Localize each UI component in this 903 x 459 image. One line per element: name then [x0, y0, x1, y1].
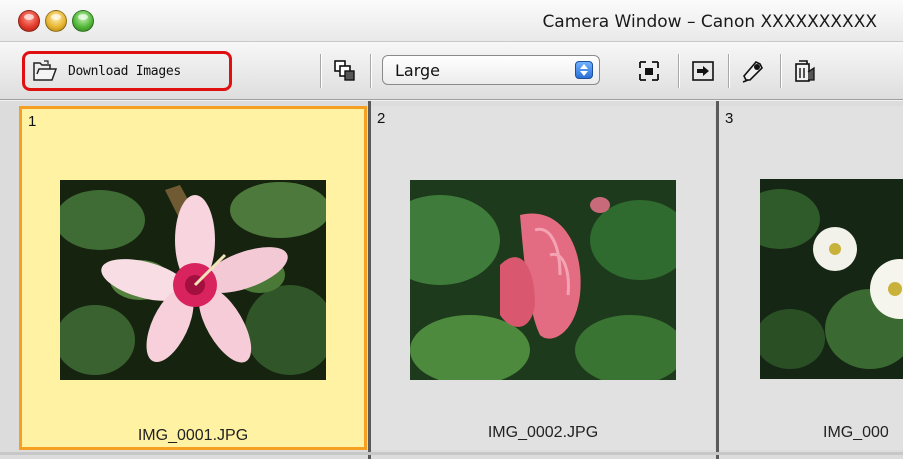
thumbnail-grid: 1 IMG_0001.JPG 2 IMG_0002.JPG 3 IMG_000: [0, 101, 903, 459]
thumbnail-image: [410, 180, 676, 380]
trash-icon[interactable]: [792, 58, 818, 84]
close-button[interactable]: [18, 10, 40, 32]
grid-bottom-border: [0, 452, 903, 455]
minimize-button[interactable]: [45, 10, 67, 32]
thumbnail-cell[interactable]: 1 IMG_0001.JPG: [19, 106, 367, 450]
toolbar-separator: [370, 54, 371, 88]
thumbnail-image: [760, 179, 903, 379]
toolbar-separator: [678, 54, 679, 88]
toolbar-separator: [320, 54, 321, 88]
download-images-label: Download Images: [68, 63, 181, 79]
thumbnail-filename: IMG_000: [823, 424, 889, 441]
thumbnail-number: 2: [377, 110, 386, 127]
download-images-button[interactable]: Download Images: [30, 56, 222, 86]
settings-edit-icon[interactable]: [740, 58, 766, 84]
zoom-button[interactable]: [72, 10, 94, 32]
select-arrows-icon: [575, 61, 593, 79]
title-bar[interactable]: Camera Window – Canon XXXXXXXXXX: [0, 0, 903, 42]
thumbnail-image: [60, 180, 326, 380]
toolbar-separator: [780, 54, 781, 88]
copy-stack-icon[interactable]: [332, 58, 358, 84]
thumbnail-filename: IMG_0002.JPG: [487, 424, 599, 441]
toolbar-separator: [728, 54, 729, 88]
camera-window: Camera Window – Canon XXXXXXXXXX Downloa…: [0, 0, 903, 459]
thumbnail-cell[interactable]: 2 IMG_0002.JPG: [371, 106, 715, 450]
thumbnail-filename: IMG_0001.JPG: [137, 427, 249, 444]
view-size-select[interactable]: Large: [382, 55, 600, 85]
window-title: Camera Window – Canon XXXXXXXXXX: [542, 12, 877, 32]
toolbar: Download Images Large: [0, 42, 903, 100]
thumbnail-cell[interactable]: 3 IMG_000: [719, 106, 903, 450]
fit-screen-icon[interactable]: [636, 58, 662, 84]
folder-open-icon: [33, 60, 58, 81]
thumbnail-number: 1: [28, 113, 37, 130]
view-size-value: Large: [395, 61, 441, 80]
slideshow-icon[interactable]: [690, 58, 716, 84]
thumbnail-number: 3: [725, 110, 734, 127]
